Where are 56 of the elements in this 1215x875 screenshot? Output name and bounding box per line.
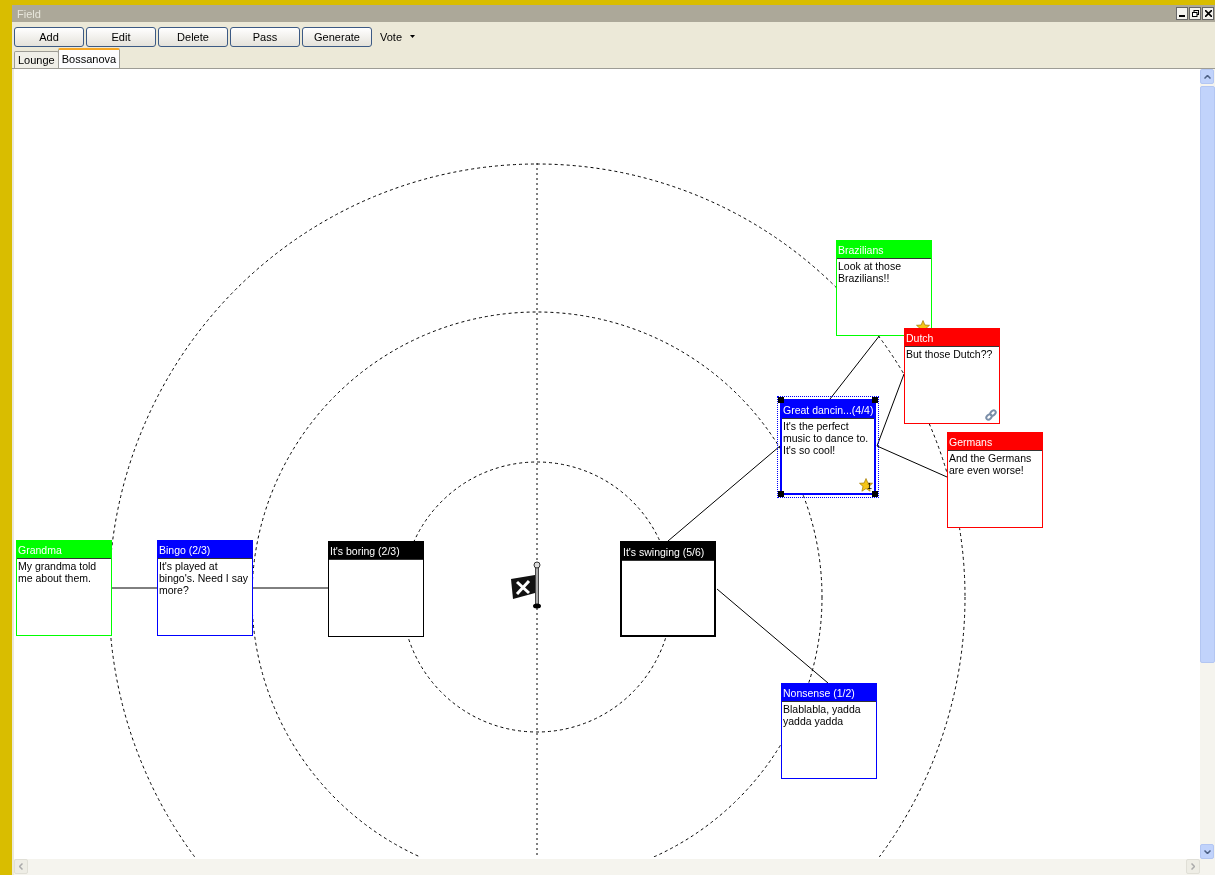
idea-card[interactable]: It's boring (2/3) — [328, 541, 424, 637]
tab[interactable]: Lounge — [14, 51, 59, 68]
idea-card[interactable]: Nonsense (1/2) Blablabla, yadda yadda yadda — [781, 683, 877, 779]
card-title: Great dancin...(4/4) — [782, 401, 874, 419]
toolbar-button[interactable]: Add — [14, 26, 84, 47]
star-icon: 1 — [859, 478, 873, 492]
close-button[interactable] — [1202, 7, 1214, 20]
card-title: Dutch — [905, 329, 999, 347]
scroll-left-button[interactable] — [14, 859, 28, 874]
caret-icon — [410, 35, 416, 38]
toolbar-button[interactable]: Generate — [302, 26, 372, 47]
card-text: It's the perfect music to dance to. It's so cool! — [782, 419, 870, 456]
idea-card[interactable]: Grandma My grandma told me about them. — [16, 540, 112, 636]
tab[interactable]: Bossanova — [57, 48, 121, 68]
toolbar-button[interactable]: Delete — [158, 26, 228, 47]
chevron-down-icon — [1203, 849, 1211, 854]
idea-card[interactable]: Germans And the Germans are even worse! — [947, 432, 1043, 528]
card-text: My grandma told me about them. — [17, 559, 98, 584]
restore-icon — [1191, 10, 1199, 17]
card-text: It's played at bingo's. Need I say more? — [158, 559, 249, 596]
toolbar-button[interactable]: Pass — [230, 26, 300, 47]
resize-handle[interactable] — [778, 491, 784, 497]
scroll-up-button[interactable] — [1200, 69, 1214, 84]
card-title: Germans — [948, 433, 1042, 451]
idea-card[interactable]: Dutch But those Dutch?? — [904, 328, 1000, 424]
chevron-left-icon — [19, 863, 23, 870]
chain-link-icon — [984, 408, 998, 422]
resize-handle[interactable] — [872, 397, 878, 403]
resize-handle[interactable] — [778, 397, 784, 403]
card-title: Nonsense (1/2) — [782, 684, 876, 702]
idea-card[interactable]: Bingo (2/3) It's played at bingo's. Need I say more? — [157, 540, 253, 636]
scroll-right-button[interactable] — [1186, 859, 1200, 874]
scroll-thumb[interactable] — [1200, 86, 1215, 663]
chevron-up-icon — [1203, 74, 1211, 79]
card-title: Grandma — [17, 541, 111, 559]
minimize-button[interactable] — [1176, 7, 1188, 20]
vote-dropdown[interactable]: Vote — [376, 30, 420, 43]
card-text: But those Dutch?? — [905, 347, 994, 360]
card-title: It's boring (2/3) — [329, 542, 423, 560]
card-text: Look at those Brazilians!! — [837, 259, 903, 284]
idea-card[interactable]: Great dancin...(4/4) It's the perfect music to dance to. It's so cool! 1 — [780, 399, 876, 495]
toolbar-button[interactable]: Edit — [86, 26, 156, 47]
chevron-right-icon — [1191, 863, 1195, 870]
scroll-down-button[interactable] — [1200, 844, 1214, 859]
card-text: And the Germans are even worse! — [948, 451, 1033, 476]
connector-line — [110, 587, 158, 589]
window-title: Field — [17, 7, 41, 20]
card-title: Brazilians — [837, 241, 931, 259]
close-icon — [1204, 10, 1212, 17]
restore-button[interactable] — [1189, 7, 1201, 20]
card-title: It's swinging (5/6) — [622, 543, 714, 561]
resize-handle[interactable] — [872, 491, 878, 497]
card-text: Blablabla, yadda yadda yadda — [782, 702, 862, 727]
idea-card[interactable]: It's swinging (5/6) — [620, 541, 716, 637]
card-title: Bingo (2/3) — [158, 541, 252, 559]
flag-icon — [511, 561, 541, 609]
